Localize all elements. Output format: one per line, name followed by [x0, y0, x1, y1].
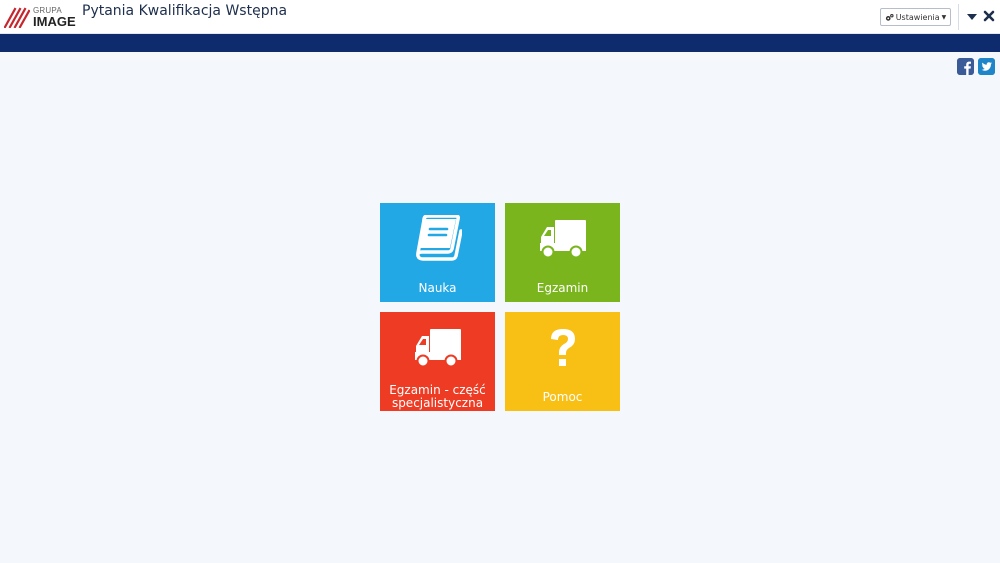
gears-icon: [885, 13, 894, 21]
app-title: Pytania Kwalifikacja Wstępna: [82, 3, 288, 19]
settings-dropdown-button[interactable]: Ustawienia ▼: [880, 8, 951, 26]
settings-label: Ustawienia: [895, 12, 940, 22]
tile-egzamin-label: Egzamin: [536, 281, 589, 295]
close-x-icon[interactable]: [983, 10, 995, 22]
grupa-image-logo: GRUPA IMAGE: [4, 5, 76, 29]
tile-egzamin[interactable]: Egzamin: [505, 203, 620, 302]
tile-egzamin-specjalistyczna-label-line2: specjalistyczna: [391, 396, 484, 410]
tile-pomoc[interactable]: Pomoc: [505, 312, 620, 411]
caret-down-icon: ▼: [941, 13, 947, 21]
twitter-icon[interactable]: [978, 58, 995, 75]
question-icon: [550, 329, 575, 366]
truck-icon: [414, 329, 461, 368]
title-bar: GRUPA IMAGE Pytania Kwalifikacja Wstępna…: [0, 0, 1000, 34]
tile-egzamin-specjalistyczna[interactable]: Egzamin - część specjalistyczna: [380, 312, 495, 411]
nav-bar: [0, 34, 1000, 52]
tile-nauka[interactable]: Nauka: [380, 203, 495, 302]
book-icon: [415, 215, 462, 261]
logo-stripes-icon: [4, 7, 30, 28]
logo-big-text: IMAGE: [33, 14, 76, 29]
tile-pomoc-label: Pomoc: [542, 390, 583, 404]
truck-icon: [539, 220, 586, 259]
triangle-down-icon[interactable]: [966, 12, 978, 22]
header-divider: [958, 4, 959, 30]
facebook-icon[interactable]: [957, 58, 974, 75]
tile-nauka-label: Nauka: [418, 281, 457, 295]
